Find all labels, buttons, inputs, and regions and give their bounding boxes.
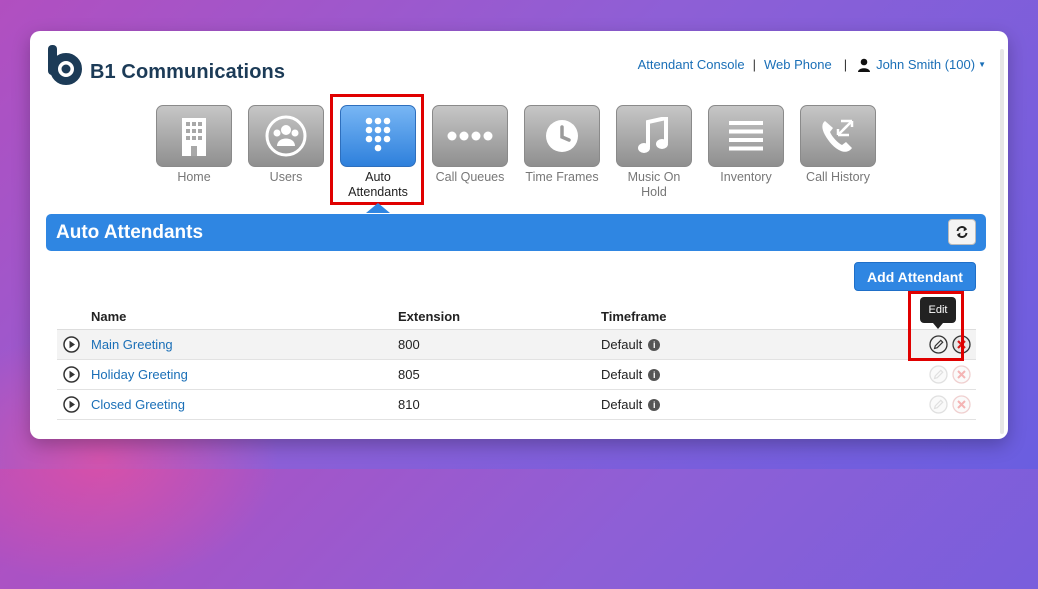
annotation-highlight-box bbox=[330, 94, 424, 205]
building-icon bbox=[182, 118, 206, 156]
tile-label: Home bbox=[177, 170, 211, 184]
tile-music-on-hold[interactable]: Music On Hold bbox=[616, 105, 692, 200]
attendant-name-link[interactable]: Closed Greeting bbox=[91, 397, 185, 412]
section-header: Auto Attendants bbox=[46, 214, 986, 251]
tile-label: Music On Hold bbox=[627, 170, 681, 199]
extension-value: 805 bbox=[398, 367, 420, 382]
timeframe-value: Default bbox=[601, 337, 643, 352]
attendant-name-link[interactable]: Main Greeting bbox=[91, 337, 173, 352]
play-icon[interactable] bbox=[63, 396, 80, 413]
column-header-timeframe[interactable]: Timeframe bbox=[601, 309, 667, 324]
edit-pencil-icon[interactable] bbox=[929, 395, 948, 414]
attendant-name-link[interactable]: Holiday Greeting bbox=[91, 367, 188, 382]
nav-separator: | bbox=[752, 57, 756, 72]
tile-time-frames[interactable]: Time Frames bbox=[524, 105, 600, 200]
delete-icon[interactable] bbox=[952, 365, 971, 384]
list-icon bbox=[729, 121, 763, 151]
section-title: Auto Attendants bbox=[56, 222, 204, 243]
add-attendant-button[interactable]: Add Attendant bbox=[854, 262, 976, 291]
nav-separator: | bbox=[843, 57, 848, 72]
tile-call-history[interactable]: Call History bbox=[800, 105, 876, 200]
column-header-extension[interactable]: Extension bbox=[398, 309, 460, 324]
top-navigation: Attendant Console | Web Phone | John Smi… bbox=[638, 57, 986, 72]
scrollbar[interactable] bbox=[1000, 49, 1004, 434]
table-row: Closed Greeting 810 Default i bbox=[57, 390, 976, 420]
timeframe-cell: Default i bbox=[601, 367, 661, 382]
attendant-console-link[interactable]: Attendant Console bbox=[638, 57, 745, 72]
tile-label: Users bbox=[269, 170, 303, 184]
tile-label: Inventory bbox=[720, 170, 772, 184]
user-icon bbox=[858, 58, 871, 72]
row-actions bbox=[929, 365, 975, 384]
tile-home[interactable]: Home bbox=[156, 105, 232, 200]
web-phone-link[interactable]: Web Phone bbox=[764, 57, 832, 72]
tile-label: Call Queues bbox=[435, 170, 505, 184]
play-icon[interactable] bbox=[63, 366, 80, 383]
main-card: B1 Communications Attendant Console | We… bbox=[30, 31, 1008, 439]
b1-logo-icon bbox=[48, 45, 82, 85]
chevron-down-icon[interactable]: ▼ bbox=[978, 60, 986, 69]
tile-call-queues[interactable]: Call Queues bbox=[432, 105, 508, 200]
attendants-table: Name Extension Timeframe Main Greeting 8… bbox=[57, 301, 976, 420]
column-header-name[interactable]: Name bbox=[91, 309, 126, 324]
tile-label: Call History bbox=[806, 170, 870, 184]
extension-value: 800 bbox=[398, 337, 420, 352]
info-icon[interactable]: i bbox=[648, 398, 661, 411]
dots-icon bbox=[447, 131, 493, 141]
phone-arrows-icon bbox=[822, 119, 854, 152]
info-icon[interactable]: i bbox=[648, 338, 661, 351]
refresh-icon bbox=[956, 226, 968, 238]
timeframe-value: Default bbox=[601, 367, 643, 382]
user-menu[interactable]: John Smith (100) bbox=[876, 57, 975, 72]
music-note-icon bbox=[638, 117, 668, 153]
clock-icon bbox=[546, 120, 578, 152]
delete-icon[interactable] bbox=[952, 395, 971, 414]
extension-value: 810 bbox=[398, 397, 420, 412]
active-tab-pointer bbox=[366, 203, 390, 213]
tile-label: Time Frames bbox=[525, 170, 599, 184]
timeframe-value: Default bbox=[601, 397, 643, 412]
module-tiles: Home Users Auto Attendants Call Queues T… bbox=[156, 105, 892, 200]
play-icon[interactable] bbox=[63, 336, 80, 353]
users-icon bbox=[265, 115, 307, 157]
edit-pencil-icon[interactable] bbox=[929, 365, 948, 384]
refresh-button[interactable] bbox=[948, 219, 976, 245]
table-header: Name Extension Timeframe bbox=[57, 301, 976, 330]
timeframe-cell: Default i bbox=[601, 397, 661, 412]
brand-name: B1 Communications bbox=[90, 61, 286, 83]
tile-users[interactable]: Users bbox=[248, 105, 324, 200]
tile-inventory[interactable]: Inventory bbox=[708, 105, 784, 200]
info-icon[interactable]: i bbox=[648, 368, 661, 381]
table-row: Main Greeting 800 Default i bbox=[57, 330, 976, 360]
table-row: Holiday Greeting 805 Default i bbox=[57, 360, 976, 390]
edit-tooltip: Edit bbox=[920, 297, 956, 329]
timeframe-cell: Default i bbox=[601, 337, 661, 352]
row-actions bbox=[929, 395, 975, 414]
